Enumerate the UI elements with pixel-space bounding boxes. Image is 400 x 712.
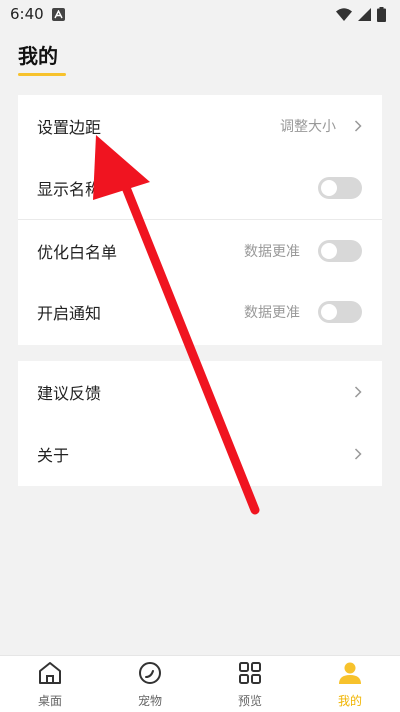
feedback-row[interactable]: 建议反馈 (18, 361, 382, 423)
status-left: 6:40 (10, 5, 65, 23)
setting-notification-row: 开启通知 数据更准 (18, 281, 382, 343)
grid-icon (239, 662, 261, 684)
about-label: 关于 (37, 446, 70, 465)
setting-margin-hint: 调整大小 (280, 119, 336, 135)
nav-item-desktop[interactable]: 桌面 (0, 656, 100, 712)
person-icon (339, 662, 361, 684)
bottom-nav: 桌面 宠物 预览 我的 (0, 655, 400, 712)
nav-item-preview[interactable]: 预览 (200, 656, 300, 712)
feedback-label: 建议反馈 (37, 384, 102, 403)
wifi-icon (336, 7, 352, 21)
nav-item-pet[interactable]: 宠物 (100, 656, 200, 712)
title-underline (18, 73, 66, 76)
setting-whitelist-right: 数据更准 (244, 239, 362, 262)
setting-margin-right: 调整大小 (280, 116, 362, 136)
chevron-right-icon (354, 448, 362, 460)
setting-whitelist-label: 优化白名单 (37, 242, 118, 262)
chevron-right-icon (354, 120, 362, 132)
page-title: 我的 (18, 44, 58, 68)
home-icon (39, 662, 61, 684)
setting-show-name-right (318, 177, 362, 199)
about-row[interactable]: 关于 (18, 423, 382, 485)
settings-card-main: 设置边距 调整大小 显示名称 优化白名单 数据更准 开启通知 数据更准 (18, 95, 382, 345)
status-time: 6:40 (10, 5, 44, 23)
nav-label-preview: 预览 (237, 694, 262, 708)
setting-whitelist-hint: 数据更准 (244, 243, 300, 260)
nav-label-pet: 宠物 (137, 694, 162, 708)
setting-notification-right: 数据更准 (244, 301, 362, 323)
setting-whitelist-row: 优化白名单 数据更准 (18, 219, 382, 281)
status-bar: 6:40 (0, 0, 400, 28)
setting-notification-label: 开启通知 (37, 304, 102, 323)
show-name-toggle[interactable] (318, 177, 362, 199)
setting-show-name-label: 显示名称 (37, 180, 102, 199)
nav-item-mine[interactable]: 我的 (300, 656, 400, 712)
nav-label-desktop: 桌面 (37, 694, 62, 708)
whitelist-toggle[interactable] (318, 239, 362, 262)
notification-toggle[interactable] (318, 301, 362, 323)
settings-card-misc: 建议反馈 关于 (18, 361, 382, 486)
nav-label-mine: 我的 (337, 694, 362, 708)
setting-margin-label: 设置边距 (37, 118, 102, 137)
battery-icon (377, 6, 386, 22)
status-right (336, 6, 386, 22)
setting-notification-hint: 数据更准 (244, 305, 300, 321)
pet-icon (139, 662, 161, 684)
chevron-right-icon (354, 386, 362, 398)
setting-margin-row[interactable]: 设置边距 调整大小 (18, 95, 382, 157)
setting-show-name-row: 显示名称 (18, 157, 382, 219)
notification-app-icon (51, 7, 65, 21)
signal-icon (358, 7, 371, 21)
